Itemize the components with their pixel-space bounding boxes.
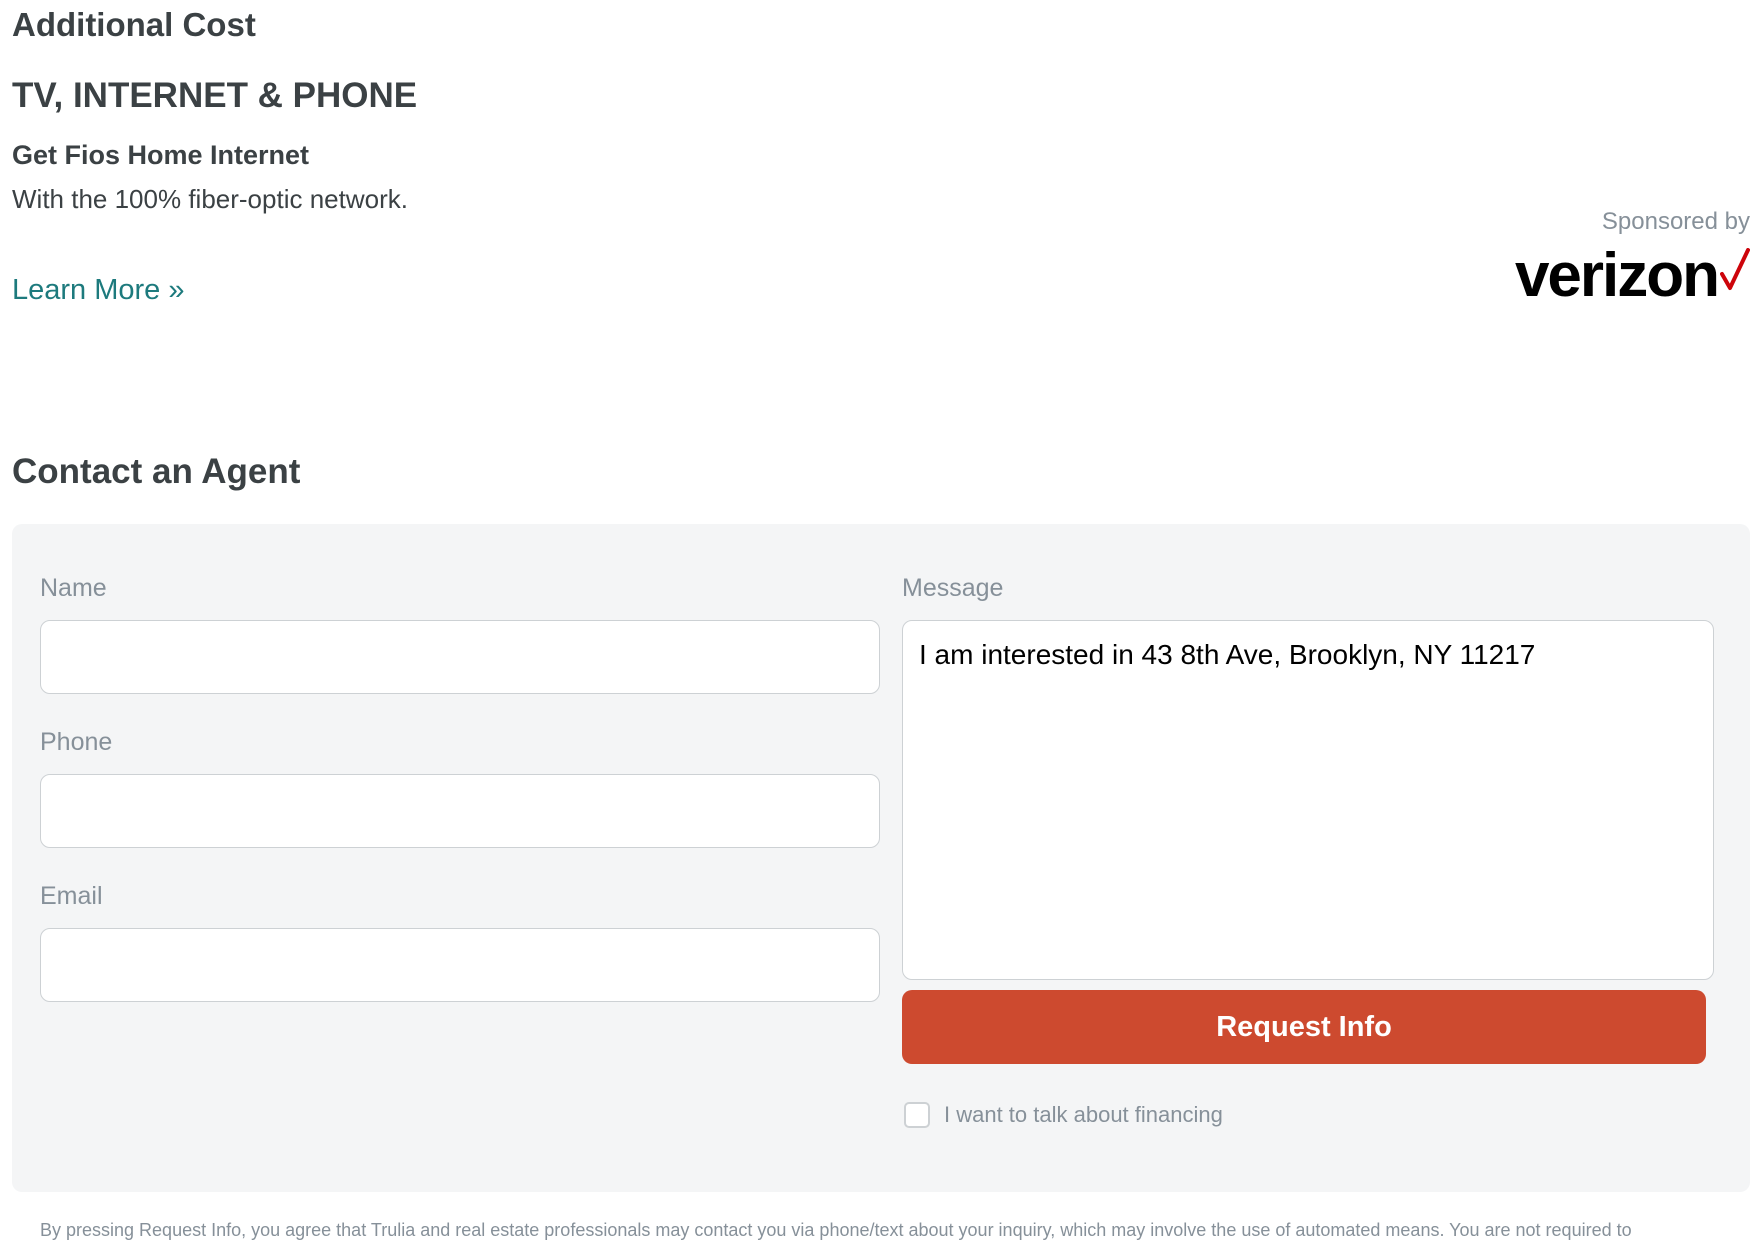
request-info-button[interactable]: Request Info: [902, 990, 1706, 1064]
message-label: Message: [902, 574, 1004, 602]
contact-agent-title: Contact an Agent: [12, 452, 301, 491]
ad-subheading: Get Fios Home Internet: [12, 140, 310, 170]
phone-input[interactable]: [40, 774, 880, 848]
verizon-logo-wordmark: verizon: [1514, 241, 1720, 310]
verizon-logo[interactable]: verizon: [1515, 240, 1750, 312]
message-textarea[interactable]: I am interested in 43 8th Ave, Brooklyn,…: [902, 620, 1714, 980]
sponsor-block: Sponsored by verizon: [1450, 208, 1750, 312]
check-mark-icon: [1720, 248, 1750, 290]
name-input[interactable]: [40, 620, 880, 694]
ad-heading: TV, INTERNET & PHONE: [12, 76, 418, 115]
phone-label: Phone: [40, 728, 113, 756]
sponsored-by-label: Sponsored by: [1601, 208, 1750, 235]
financing-checkbox[interactable]: I want to talk about financing: [904, 1102, 1223, 1128]
learn-more-link[interactable]: Learn More »: [12, 274, 185, 307]
checkbox-icon[interactable]: [904, 1102, 930, 1128]
name-label: Name: [40, 574, 107, 602]
financing-label: I want to talk about financing: [944, 1102, 1223, 1127]
email-input[interactable]: [40, 928, 880, 1002]
legal-disclaimer: By pressing Request Info, you agree that…: [40, 1220, 1632, 1240]
contact-form: Name Phone Email Message I am interested…: [12, 524, 1750, 1192]
ad-body: With the 100% fiber-optic network.: [12, 184, 408, 214]
email-label: Email: [40, 882, 103, 910]
additional-cost-title: Additional Cost: [12, 6, 256, 43]
